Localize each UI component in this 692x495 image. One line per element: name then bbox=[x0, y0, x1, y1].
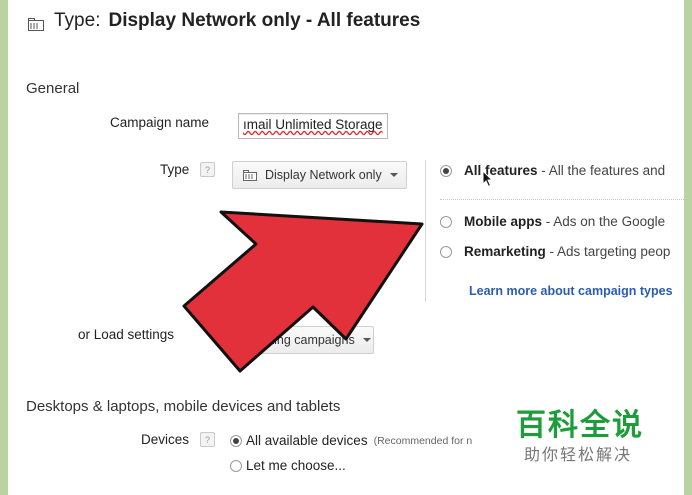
red-arrow-icon bbox=[182, 210, 424, 373]
red-arrow-overlay bbox=[182, 210, 424, 373]
content-panel: Type: Display Network only - All feature… bbox=[8, 0, 684, 495]
